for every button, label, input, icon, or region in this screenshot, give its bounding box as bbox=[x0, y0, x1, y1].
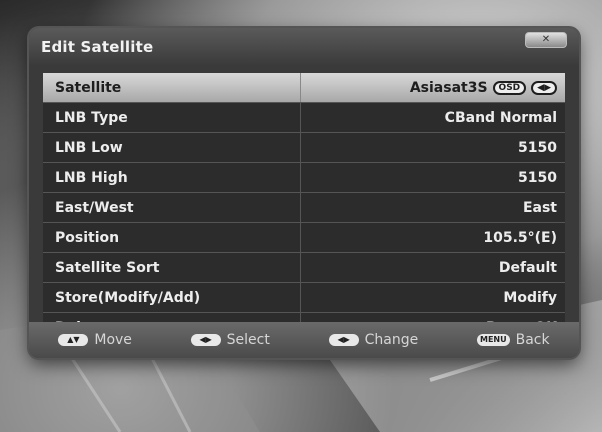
row-label: Position bbox=[43, 223, 301, 252]
row-value: Asiasat3S OSD ◀▶ bbox=[301, 73, 565, 102]
row-value: East bbox=[522, 199, 557, 216]
key-hint-bar: ▲▼ Move ◀▶ Select ◀▶ Change MENU Back bbox=[29, 322, 579, 358]
row-label: Satellite Sort bbox=[43, 253, 301, 282]
row-position[interactable]: Position 105.5°(E) bbox=[43, 223, 565, 253]
row-lnb-type[interactable]: LNB Type CBand Normal bbox=[43, 103, 565, 133]
row-satellite[interactable]: Satellite Asiasat3S OSD ◀▶ bbox=[43, 73, 565, 103]
hint-change: ◀▶ Change bbox=[328, 332, 419, 348]
row-value: 5150 bbox=[518, 139, 557, 156]
dialog-title: Edit Satellite bbox=[41, 38, 154, 56]
row-label: Satellite bbox=[43, 73, 301, 102]
row-value: CBand Normal bbox=[444, 109, 557, 126]
row-value: 105.5°(E) bbox=[483, 229, 557, 246]
close-button[interactable]: ✕ bbox=[525, 32, 567, 48]
ok-key-icon: ◀▶ bbox=[190, 334, 221, 346]
row-lnb-low[interactable]: LNB Low 5150 bbox=[43, 133, 565, 163]
hint-change-label: Change bbox=[364, 332, 419, 348]
row-east-west[interactable]: East/West East bbox=[43, 193, 565, 223]
row-label: Store(Modify/Add) bbox=[43, 283, 301, 312]
row-label: LNB High bbox=[43, 163, 301, 192]
row-label: LNB Type bbox=[43, 103, 301, 132]
dialog-titlebar: Edit Satellite ✕ bbox=[29, 28, 579, 66]
hint-move: ▲▼ Move bbox=[58, 332, 132, 348]
row-store[interactable]: Store(Modify/Add) Modify bbox=[43, 283, 565, 313]
left-right-key-icon: ◀▶ bbox=[328, 334, 359, 346]
row-value: 5150 bbox=[518, 169, 557, 186]
hint-back-label: Back bbox=[515, 332, 550, 348]
row-label: LNB Low bbox=[43, 133, 301, 162]
settings-table: Satellite Asiasat3S OSD ◀▶ LNB Type CBan… bbox=[43, 73, 565, 343]
edit-satellite-dialog: Edit Satellite ✕ Satellite Asiasat3S OSD… bbox=[29, 28, 579, 358]
menu-key-icon: MENU bbox=[476, 334, 510, 346]
osd-badge-icon: OSD bbox=[492, 80, 527, 95]
row-satellite-sort[interactable]: Satellite Sort Default bbox=[43, 253, 565, 283]
hint-select-label: Select bbox=[226, 332, 270, 348]
hint-back: MENU Back bbox=[476, 332, 550, 348]
row-lnb-high[interactable]: LNB High 5150 bbox=[43, 163, 565, 193]
left-right-arrows-icon: ◀▶ bbox=[531, 80, 557, 95]
hint-select: ◀▶ Select bbox=[190, 332, 270, 348]
satellite-value: Asiasat3S bbox=[409, 79, 488, 96]
up-down-key-icon: ▲▼ bbox=[58, 334, 89, 346]
row-value: Default bbox=[498, 259, 557, 276]
row-value: Modify bbox=[503, 289, 557, 306]
row-label: East/West bbox=[43, 193, 301, 222]
hint-move-label: Move bbox=[94, 332, 132, 348]
